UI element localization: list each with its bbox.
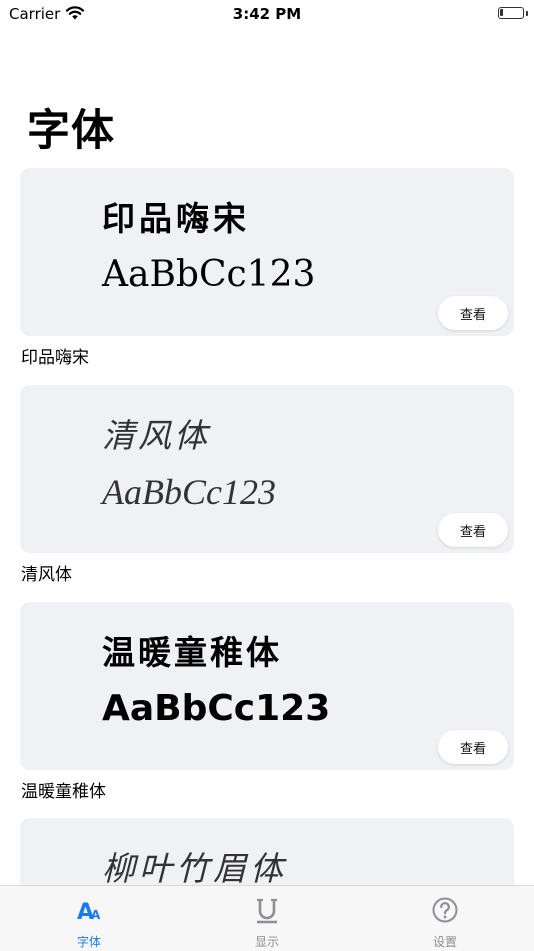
font-name: 温暖童稚体 [21,782,106,802]
font-size-icon: A A [77,900,101,924]
svg-text:A: A [91,908,101,922]
tab-label: 字体 [76,935,101,949]
view-button[interactable]: 查看 [438,730,508,764]
font-sample-chinese: 清风体 [102,419,210,455]
font-sample-latin: AaBbCc123 [102,688,331,729]
font-card[interactable]: 清风体 AaBbCc123 查看 [20,385,514,553]
font-sample-chinese: 印品嗨宋 [102,199,250,238]
page-title: 字体 [27,106,115,156]
font-list[interactable]: 字体 印品嗨宋 AaBbCc123 查看 印品嗨宋 清风体 AaBbCc123 … [0,0,534,885]
font-sample-latin: AaBbCc123 [102,254,316,295]
font-sample-chinese: 柳叶竹眉体 [102,852,287,885]
underline-icon [257,898,277,924]
font-sample-chinese: 温暖童稚体 [102,633,282,672]
font-name: 清风体 [21,565,72,585]
font-card[interactable]: 柳叶竹眉体 [20,818,514,885]
font-name: 印品嗨宋 [21,348,89,368]
tab-bar: A A 字体 显示 设置 [0,885,534,951]
view-button[interactable]: 查看 [438,513,508,547]
font-sample-latin: AaBbCc123 [102,472,276,512]
tab-display[interactable]: 显示 [178,886,356,951]
view-button[interactable]: 查看 [438,296,508,330]
font-card[interactable]: 印品嗨宋 AaBbCc123 查看 [20,168,514,336]
tab-label: 设置 [432,935,457,949]
tab-label: 显示 [254,935,279,949]
font-card[interactable]: 温暖童稚体 AaBbCc123 查看 [20,602,514,770]
tab-settings[interactable]: 设置 [356,886,534,951]
tab-fonts[interactable]: A A 字体 [0,886,178,951]
question-circle-icon [432,897,458,923]
